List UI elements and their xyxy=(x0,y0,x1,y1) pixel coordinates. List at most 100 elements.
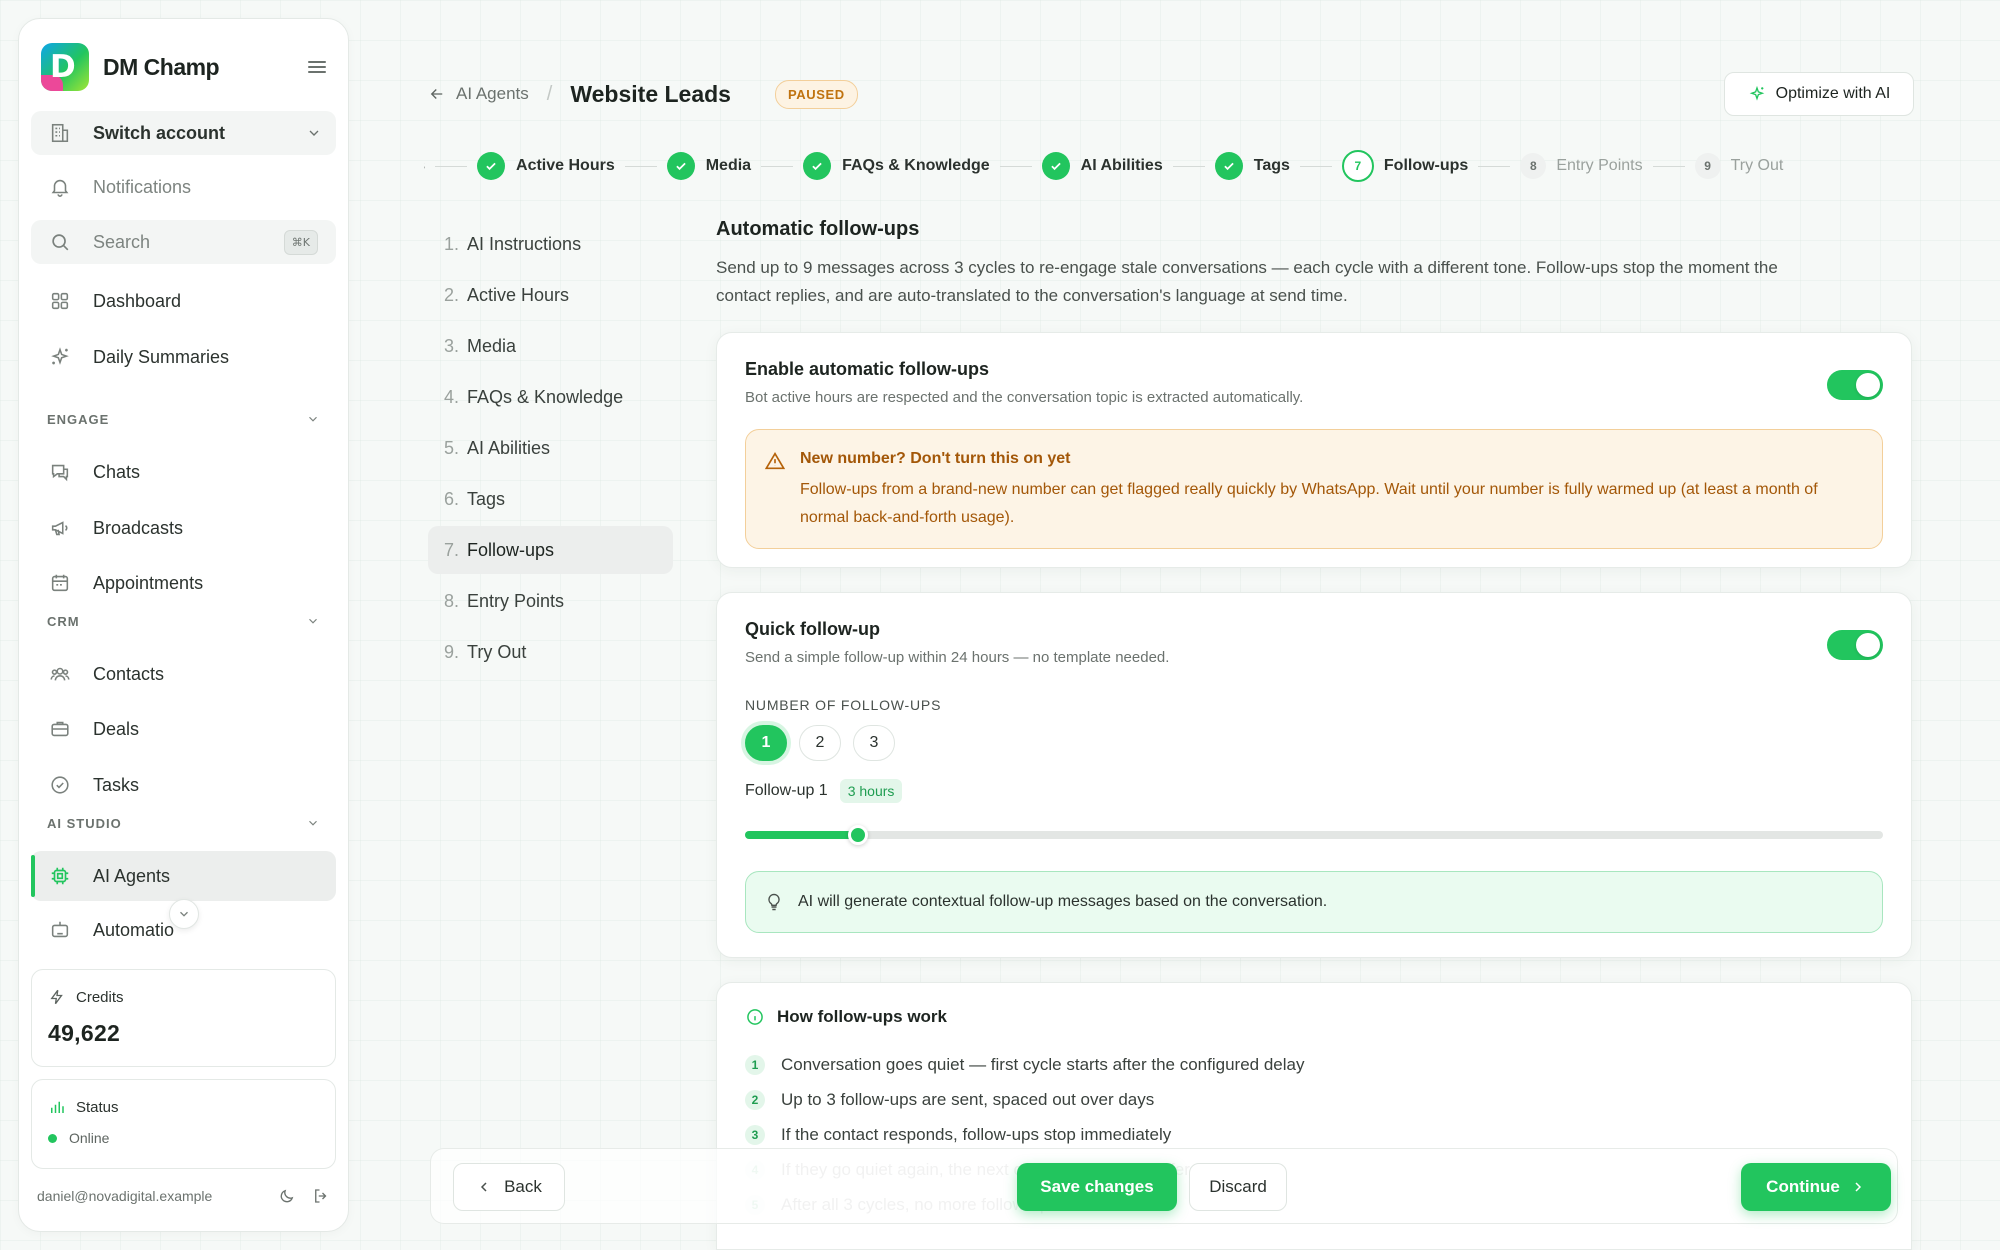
step-nav-item[interactable]: 7. Follow-ups xyxy=(428,526,673,574)
section-engage[interactable]: ENGAGE xyxy=(47,409,320,429)
stepper-step[interactable]: Tags xyxy=(1214,152,1290,180)
stepper-connector xyxy=(435,165,468,167)
calendar-icon xyxy=(51,574,69,592)
search-shortcut: ⌘K xyxy=(283,229,318,255)
discard-button[interactable]: Discard xyxy=(1189,1163,1287,1211)
check-icon xyxy=(1214,152,1243,180)
optimize-with-ai-button[interactable]: Optimize with AI xyxy=(1724,72,1914,116)
user-row: daniel@novadigital.example xyxy=(37,1187,330,1205)
check-icon xyxy=(1041,152,1070,180)
step-nav-item[interactable]: 6. Tags xyxy=(428,475,673,523)
chevron-down-icon xyxy=(309,820,317,826)
step-nav-label: AI Instructions xyxy=(467,233,582,254)
followup-count-option[interactable]: 1 xyxy=(745,725,787,761)
slider-fill xyxy=(745,831,858,839)
sidebar: D DM Champ Switch account Notifications … xyxy=(18,18,349,1232)
switch-account-button[interactable]: Switch account xyxy=(31,111,336,155)
robot-icon xyxy=(51,921,69,938)
step-label: Active Hours xyxy=(516,157,615,174)
step-nav-item[interactable]: 8. Entry Points xyxy=(428,577,673,625)
card-subtitle: Bot active hours are respected and the c… xyxy=(745,389,1304,406)
step-nav-item[interactable]: 3. Media xyxy=(428,322,673,370)
continue-button[interactable]: Continue xyxy=(1741,1163,1891,1211)
sidebar-item-label: Automatio xyxy=(93,919,175,940)
save-changes-button[interactable]: Save changes xyxy=(1017,1163,1177,1211)
step-nav-item[interactable]: 9. Try Out xyxy=(428,628,673,676)
stepper-step[interactable]: 8 Entry Points xyxy=(1520,153,1643,179)
menu-icon[interactable] xyxy=(308,58,326,76)
how-step-item: 3 If the contact responds, follow-ups sto… xyxy=(745,1117,1883,1152)
section-label: ENGAGE xyxy=(47,411,110,427)
scroll-down-button[interactable] xyxy=(169,899,199,929)
switch-account-label: Switch account xyxy=(93,122,226,143)
step-nav-number: 9. xyxy=(444,641,460,662)
section-label: AI STUDIO xyxy=(47,815,122,831)
chevron-down-icon xyxy=(309,130,319,136)
sidebar-item-appointments[interactable]: Appointments xyxy=(31,561,336,605)
check-icon xyxy=(666,152,695,180)
sparkles-icon xyxy=(51,347,69,365)
breadcrumb-parent-link[interactable]: AI Agents xyxy=(456,84,529,104)
slider-handle[interactable] xyxy=(847,825,868,845)
section-ai-studio[interactable]: AI STUDIO xyxy=(47,813,320,833)
status-value-row: Online xyxy=(48,1130,109,1146)
how-step-number: 1 xyxy=(745,1054,765,1075)
sidebar-item-contacts[interactable]: Contacts xyxy=(31,652,336,696)
stepper-step[interactable]: Media xyxy=(666,152,751,180)
step-nav-label: Active Hours xyxy=(467,284,570,305)
step-nav-item[interactable]: 1. AI Instructions xyxy=(428,220,673,268)
sidebar-item-chats[interactable]: Chats xyxy=(31,450,336,494)
step-nav-number: 1. xyxy=(444,233,460,254)
stepper-step[interactable]: FAQs & Knowledge xyxy=(803,152,990,180)
sidebar-item-daily-summaries[interactable]: Daily Summaries xyxy=(31,335,336,379)
stepper-step[interactable]: 9 Try Out xyxy=(1694,153,1784,179)
step-nav-item[interactable]: 4. FAQs & Knowledge xyxy=(428,373,673,421)
warning-triangle-icon xyxy=(764,452,786,470)
sidebar-item-label: Tasks xyxy=(93,774,140,795)
stepper-connector xyxy=(999,165,1032,167)
moon-icon[interactable] xyxy=(278,1187,296,1205)
enable-followups-card: Enable automatic follow-ups Bot active h… xyxy=(716,332,1912,568)
enable-followups-toggle[interactable] xyxy=(1827,370,1883,400)
arrow-left-icon[interactable] xyxy=(428,85,446,103)
followup-count-label: NUMBER OF FOLLOW-UPS xyxy=(745,697,942,713)
chevron-down-icon xyxy=(309,618,317,624)
bar-chart-icon xyxy=(51,1101,64,1113)
stepper-step[interactable]: Active Hours xyxy=(477,152,615,180)
quick-followup-toggle[interactable] xyxy=(1827,630,1883,660)
chevron-down-icon xyxy=(309,416,317,422)
logout-icon[interactable] xyxy=(312,1187,330,1205)
status-badge: PAUSED xyxy=(774,79,858,109)
back-button[interactable]: Back xyxy=(453,1163,565,1211)
status-label: Status xyxy=(76,1098,119,1116)
check-icon xyxy=(477,152,506,180)
step-nav-number: 2. xyxy=(444,284,460,305)
sidebar-item-broadcasts[interactable]: Broadcasts xyxy=(31,506,336,550)
sidebar-item-tasks[interactable]: Tasks xyxy=(31,763,336,807)
briefcase-icon xyxy=(51,721,69,737)
followup-count-option[interactable]: 3 xyxy=(853,725,895,761)
megaphone-icon xyxy=(51,521,68,536)
stepper-step[interactable]: AI Instructions xyxy=(424,152,425,180)
section-label: CRM xyxy=(47,613,80,629)
continue-label: Continue xyxy=(1766,1177,1840,1196)
info-icon xyxy=(747,1009,763,1025)
stepper-step[interactable]: AI Abilities xyxy=(1041,152,1163,180)
sidebar-item-notifications[interactable]: Notifications xyxy=(31,165,336,209)
step-nav-label: Follow-ups xyxy=(467,539,555,560)
delay-slider[interactable] xyxy=(745,825,1883,845)
section-crm[interactable]: CRM xyxy=(47,611,320,631)
step-nav-item[interactable]: 2. Active Hours xyxy=(428,271,673,319)
step-nav-item[interactable]: 5. AI Abilities xyxy=(428,424,673,472)
sidebar-item-dashboard[interactable]: Dashboard xyxy=(31,279,336,323)
ai-note: AI will generate contextual follow-up me… xyxy=(745,871,1883,933)
step-label: Try Out xyxy=(1730,157,1784,174)
stepper-step[interactable]: 7 Follow-ups xyxy=(1341,150,1469,182)
step-nav-number: 7. xyxy=(444,539,460,560)
followup-count-option[interactable]: 2 xyxy=(799,725,841,761)
sidebar-item-ai-agents[interactable]: AI Agents xyxy=(31,851,336,901)
action-bar: Back Save changes Discard Continue xyxy=(430,1148,1898,1224)
search-input[interactable]: Search ⌘K xyxy=(31,220,336,264)
sidebar-item-deals[interactable]: Deals xyxy=(31,707,336,751)
step-label: Follow-ups xyxy=(1383,157,1469,174)
